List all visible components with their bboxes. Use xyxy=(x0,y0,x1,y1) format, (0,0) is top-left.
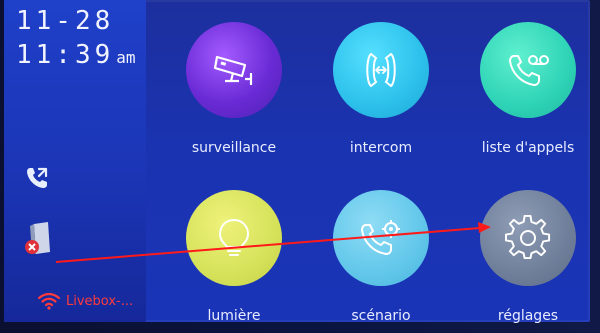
tile-label: liste d'appels xyxy=(481,140,575,156)
intercom-screen: 11-28 11:39 am Livebox-... surveillance … xyxy=(4,0,593,324)
gear-icon xyxy=(480,190,576,286)
intercom-handset-icon xyxy=(333,22,429,118)
time-ampm: am xyxy=(116,48,136,67)
tile-label: intercom xyxy=(349,140,413,156)
wifi-status: Livebox-... xyxy=(38,292,133,310)
tile-intercom[interactable]: intercom xyxy=(316,22,446,156)
tile-label: réglages xyxy=(497,308,559,324)
time-display: 11:39 am xyxy=(16,40,136,70)
wifi-network-label: Livebox-... xyxy=(66,293,134,309)
phone-callback-icon xyxy=(24,165,50,191)
door-unit-offline-icon xyxy=(24,222,54,256)
tile-settings[interactable]: réglages xyxy=(463,190,593,324)
tile-light[interactable]: lumière xyxy=(169,190,299,324)
tile-label: lumière xyxy=(207,308,261,324)
cctv-camera-icon xyxy=(186,22,282,118)
tile-label: scénario xyxy=(351,308,411,324)
voicemail-phone-icon xyxy=(480,22,576,118)
tile-surveillance[interactable]: surveillance xyxy=(169,22,299,156)
tile-scenario[interactable]: scénario xyxy=(316,190,446,324)
time-value: 11:39 xyxy=(16,40,115,70)
status-sidebar: 11-28 11:39 am Livebox-... xyxy=(4,0,146,322)
wifi-icon xyxy=(38,292,60,310)
date-display: 11-28 xyxy=(16,6,115,36)
tile-call-list[interactable]: liste d'appels xyxy=(463,22,593,156)
phone-settings-icon xyxy=(333,190,429,286)
light-bulb-icon xyxy=(186,190,282,286)
tile-label: surveillance xyxy=(191,140,277,156)
